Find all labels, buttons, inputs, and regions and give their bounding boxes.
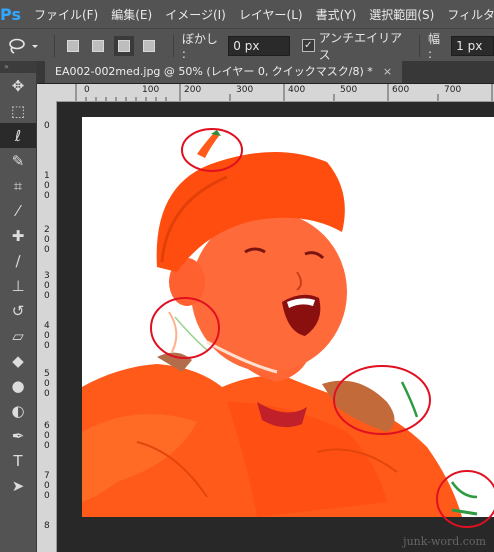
healing-tool-icon: ✚ [11,226,25,245]
document-tab[interactable]: EA002-002med.jpg @ 50% (レイヤー 0, クイックマスク/… [45,61,403,83]
watermark-text: junk-word.com [403,535,486,548]
horizontal-ruler[interactable]: 0 100 200 300 400 500 600 700 [56,84,494,102]
move-tool-button[interactable]: ✥ [0,73,36,98]
dodge-tool-icon: ◐ [11,401,25,420]
quick-select-tool-button[interactable]: ✎ [0,148,36,173]
eraser-tool-button[interactable]: ▱ [0,323,36,348]
antialias-checkbox[interactable]: ✓ [302,39,315,52]
menu-type[interactable]: 書式(Y) [316,6,357,23]
quick-select-tool-icon: ✎ [11,151,25,170]
feather-label: ぼかし : [181,32,218,61]
add-selection-button[interactable] [89,36,108,56]
menu-image[interactable]: イメージ(I) [165,6,226,23]
new-selection-button[interactable] [63,36,82,56]
crop-tool-icon: ⌗ [13,176,23,195]
ruler-label: 700 [444,85,462,95]
marquee-tool-icon: ⬚ [10,101,26,120]
width-label: 幅 : [427,32,440,61]
options-separator [172,34,174,57]
ruler-label: 0 [44,121,50,131]
intersect-selection-button[interactable] [140,36,159,56]
document-tab-bar: EA002-002med.jpg @ 50% (レイヤー 0, クイックマスク/… [37,61,494,84]
quick-mask-photo [82,117,494,528]
ruler-label: 600 [392,85,410,95]
ruler-label: 300 [236,85,254,95]
bucket-tool-icon: ◆ [12,351,24,370]
history-brush-tool-icon: ↺ [11,301,25,320]
tools-panel-collapse[interactable]: » [0,61,36,73]
options-separator [54,34,56,57]
crop-tool-button[interactable]: ⌗ [0,173,36,198]
options-separator [418,34,420,57]
options-bar: ぼかし : 0 px ✓ アンチエイリアス 幅 : 1 px [0,28,494,62]
marquee-tool-button[interactable]: ⬚ [0,98,36,123]
type-tool-button[interactable]: T [0,448,36,473]
menu-layer[interactable]: レイヤー(L) [239,6,303,23]
ruler-label: 5 0 0 [44,369,50,399]
stamp-tool-button[interactable]: ⊥ [0,273,36,298]
pen-tool-button[interactable]: ✒ [0,423,36,448]
feather-input[interactable]: 0 px [228,35,291,56]
lasso-preset-icon [9,38,39,54]
ruler-label: 0 [84,85,90,95]
tools-panel: » ✥ ⬚ ℓ ✎ ⌗ ⁄ ✚ ∕ ⊥ ↺ ▱ ◆ ● ◐ ✒ T ➤ [0,61,37,552]
ruler-ticks [75,84,493,101]
menu-edit[interactable]: 編集(E) [111,6,152,23]
ruler-label: 400 [288,85,306,95]
ruler-label: 3 0 0 [44,271,50,301]
pen-tool-icon: ✒ [11,426,25,445]
ruler-label: 1 0 0 [44,171,50,201]
photoshop-logo: Ps [0,4,21,24]
path-select-tool-icon: ➤ [11,476,25,495]
move-tool-icon: ✥ [11,76,25,95]
eyedropper-tool-button[interactable]: ⁄ [0,198,36,223]
dodge-tool-button[interactable]: ◐ [0,398,36,423]
type-tool-icon: T [13,451,23,470]
stamp-tool-icon: ⊥ [11,276,25,295]
ruler-label: 500 [340,85,358,95]
ruler-label: 6 0 0 [44,421,50,451]
ruler-label: 4 0 0 [44,321,50,351]
ruler-label: 200 [184,85,202,95]
document-canvas[interactable]: junk-word.com [57,102,494,552]
blur-tool-button[interactable]: ● [0,373,36,398]
menu-select[interactable]: 選択範囲(S) [369,6,434,23]
tool-preset-picker[interactable] [0,37,46,55]
eraser-tool-icon: ▱ [12,326,24,345]
antialias-label: アンチエイリアス [318,30,403,62]
menu-file[interactable]: ファイル(F) [34,6,98,23]
ruler-corner[interactable] [37,84,57,102]
path-select-tool-button[interactable]: ➤ [0,473,36,498]
ruler-label: 8 [44,521,50,531]
eyedropper-tool-icon: ⁄ [16,201,20,220]
brush-tool-button[interactable]: ∕ [0,248,36,273]
menu-bar: Ps ファイル(F) 編集(E) イメージ(I) レイヤー(L) 書式(Y) 選… [0,0,494,28]
ruler-label: 100 [142,85,160,95]
subtract-selection-button[interactable] [114,35,134,56]
lasso-tool-icon: ℓ [14,126,22,145]
width-input[interactable]: 1 px [451,35,494,56]
healing-tool-button[interactable]: ✚ [0,223,36,248]
blur-tool-icon: ● [11,376,25,395]
ruler-label: 2 0 0 [44,225,50,255]
history-brush-tool-button[interactable]: ↺ [0,298,36,323]
menu-filter[interactable]: フィルター [447,6,494,23]
brush-tool-icon: ∕ [15,251,21,270]
bucket-tool-button[interactable]: ◆ [0,348,36,373]
close-icon[interactable]: × [383,65,392,78]
ruler-label: 7 0 0 [44,471,50,501]
vertical-ruler[interactable]: 0 1 0 0 2 0 0 3 0 0 4 0 0 5 0 0 6 0 0 7 … [37,101,57,552]
document-tab-title: EA002-002med.jpg @ 50% (レイヤー 0, クイックマスク/… [55,65,373,78]
lasso-tool-button[interactable]: ℓ [0,123,36,148]
